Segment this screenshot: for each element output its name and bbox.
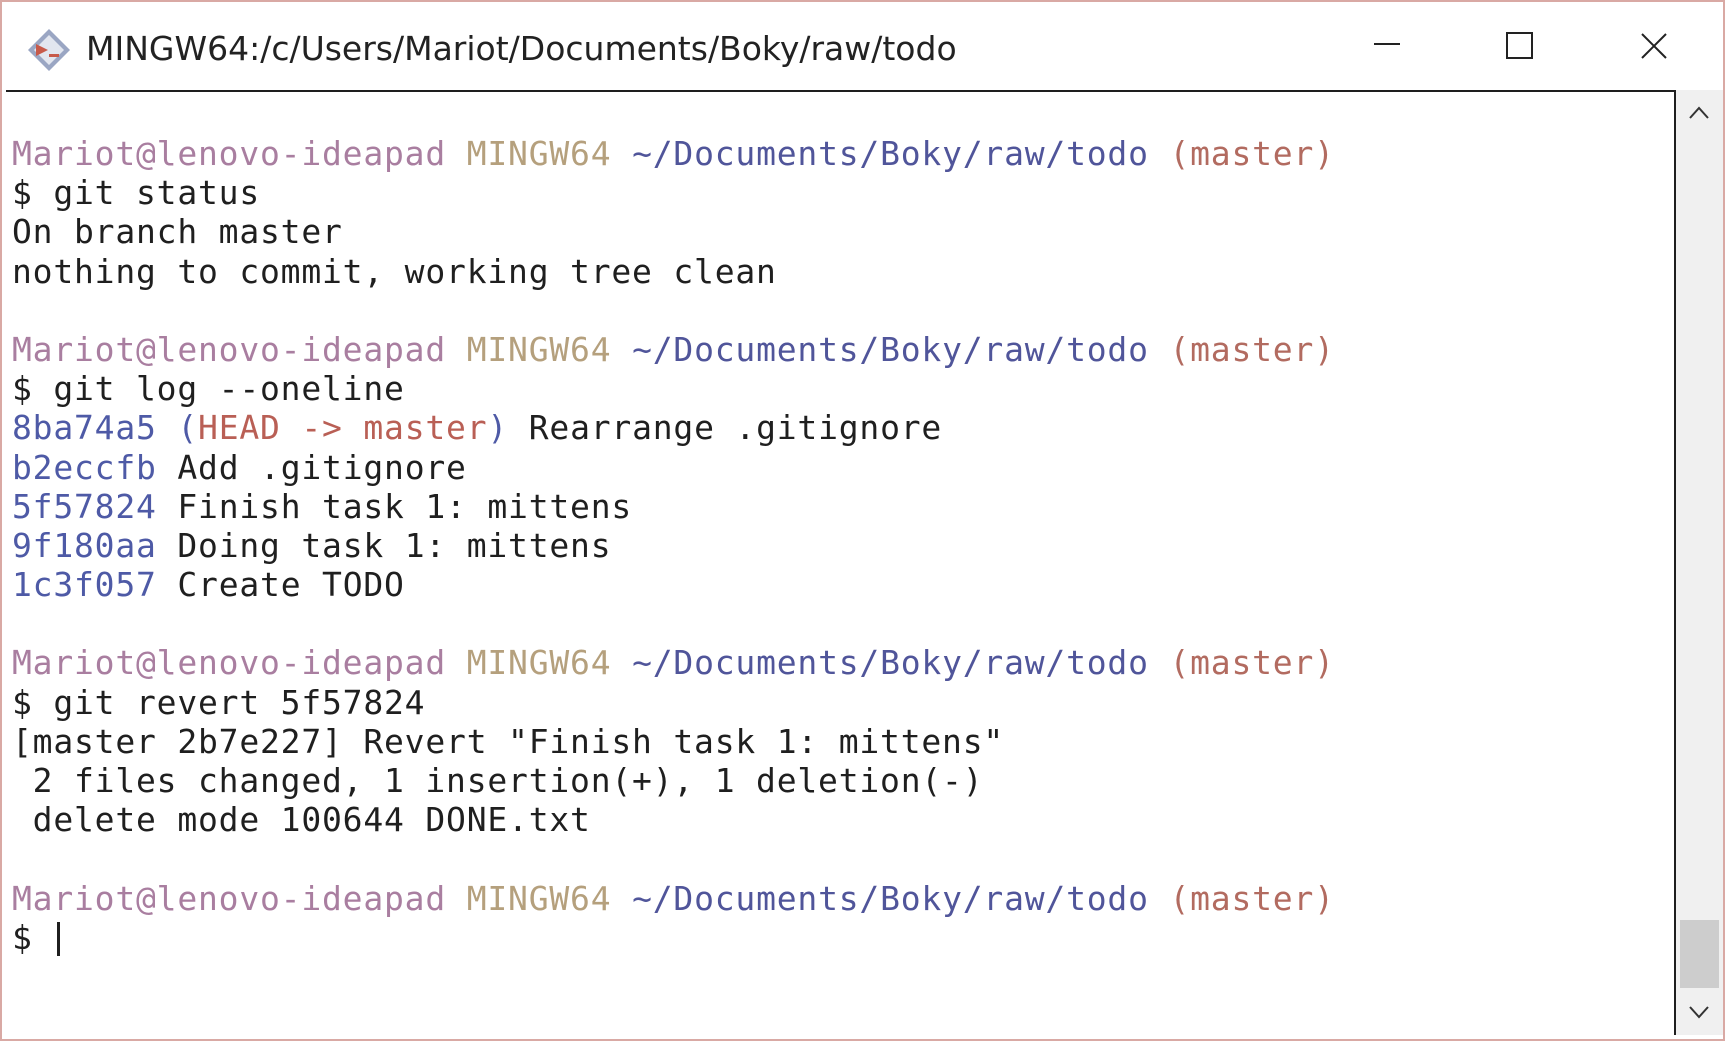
git-bash-icon <box>28 29 70 71</box>
commit-message: Create TODO <box>177 565 405 605</box>
ref-open-paren: ( <box>177 408 199 448</box>
command-line: $ git status <box>12 173 261 213</box>
log-entry: b2eccfb Add .gitignore <box>12 448 1335 487</box>
terminal-window: MINGW64:/c/Users/Mariot/Documents/Boky/r… <box>0 0 1725 1041</box>
close-icon <box>1641 33 1667 59</box>
title-bar[interactable]: MINGW64:/c/Users/Mariot/Documents/Boky/r… <box>2 2 1723 90</box>
prompt-system: MINGW64 <box>466 878 612 918</box>
commit-hash: 8ba74a5 <box>12 408 157 448</box>
commit-hash: 5f57824 <box>12 486 157 526</box>
window-title: MINGW64:/c/Users/Mariot/Documents/Boky/r… <box>86 29 957 68</box>
output-line: [master 2b7e227] Revert "Finish task 1: … <box>12 721 1005 761</box>
prompt-system: MINGW64 <box>466 329 612 369</box>
head-ref: HEAD -> master <box>198 408 488 448</box>
maximize-button[interactable] <box>1454 2 1590 90</box>
vertical-scrollbar[interactable] <box>1676 90 1723 1035</box>
prompt-user-host: Mariot@lenovo-ideapad <box>12 134 447 173</box>
prompt-system: MINGW64 <box>466 643 612 683</box>
prompt-branch: (master) <box>1169 643 1335 683</box>
commit-message: Finish task 1: mittens <box>177 486 633 526</box>
command-line: $ git log --oneline <box>12 369 405 409</box>
output-line: 2 files changed, 1 insertion(+), 1 delet… <box>12 761 984 800</box>
scroll-down-button[interactable] <box>1676 989 1723 1035</box>
output-line: nothing to commit, working tree clean <box>12 251 777 291</box>
command-line: $ git revert 5f57824 <box>12 682 426 722</box>
text-cursor <box>57 922 61 957</box>
prompt-user-host: Mariot@lenovo-ideapad <box>12 878 447 918</box>
terminal-output[interactable]: Mariot@lenovo-ideapad MINGW64 ~/Document… <box>6 90 1676 1035</box>
commit-message: Add .gitignore <box>177 447 467 487</box>
log-entry: 5f57824 Finish task 1: mittens <box>12 487 1335 526</box>
prompt-branch: (master) <box>1169 329 1335 369</box>
scrollbar-thumb[interactable] <box>1680 920 1719 988</box>
prompt-branch: (master) <box>1169 878 1335 918</box>
prompt-line: Mariot@lenovo-ideapad MINGW64 ~/Document… <box>12 330 1335 369</box>
ref-close-paren: ) <box>487 408 509 448</box>
maximize-icon <box>1506 32 1533 59</box>
prompt-path: ~/Documents/Boky/raw/todo <box>632 329 1149 369</box>
log-entry: 9f180aa Doing task 1: mittens <box>12 526 1335 565</box>
close-button[interactable] <box>1587 2 1723 90</box>
commit-hash: 1c3f057 <box>12 565 157 605</box>
prompt-user-host: Mariot@lenovo-ideapad <box>12 643 447 683</box>
chevron-down-icon <box>1689 1006 1709 1019</box>
prompt-user-host: Mariot@lenovo-ideapad <box>12 329 447 369</box>
prompt-system: MINGW64 <box>466 134 612 173</box>
current-prompt: $ <box>12 917 54 957</box>
commit-message: Doing task 1: mittens <box>177 525 612 565</box>
prompt-line: Mariot@lenovo-ideapad MINGW64 ~/Document… <box>12 879 1335 918</box>
log-entry: 1c3f057 Create TODO <box>12 565 1335 604</box>
commit-hash: 9f180aa <box>12 525 157 565</box>
prompt-path: ~/Documents/Boky/raw/todo <box>632 134 1149 173</box>
prompt-path: ~/Documents/Boky/raw/todo <box>632 878 1149 918</box>
prompt-branch: (master) <box>1169 134 1335 173</box>
commit-hash: b2eccfb <box>12 447 157 487</box>
input-line[interactable]: $ <box>12 918 1335 957</box>
output-line: On branch master <box>12 212 343 252</box>
minimize-button[interactable] <box>1318 2 1454 90</box>
log-entry: 8ba74a5 (HEAD -> master) Rearrange .giti… <box>12 408 1335 447</box>
prompt-line: Mariot@lenovo-ideapad MINGW64 ~/Document… <box>12 643 1335 682</box>
scroll-up-button[interactable] <box>1676 90 1723 136</box>
minimize-icon <box>1374 43 1400 45</box>
chevron-up-icon <box>1689 106 1709 119</box>
commit-message: Rearrange .gitignore <box>528 408 943 448</box>
prompt-path: ~/Documents/Boky/raw/todo <box>632 643 1149 683</box>
output-line: delete mode 100644 DONE.txt <box>12 800 591 840</box>
prompt-line: Mariot@lenovo-ideapad MINGW64 ~/Document… <box>12 134 1335 173</box>
